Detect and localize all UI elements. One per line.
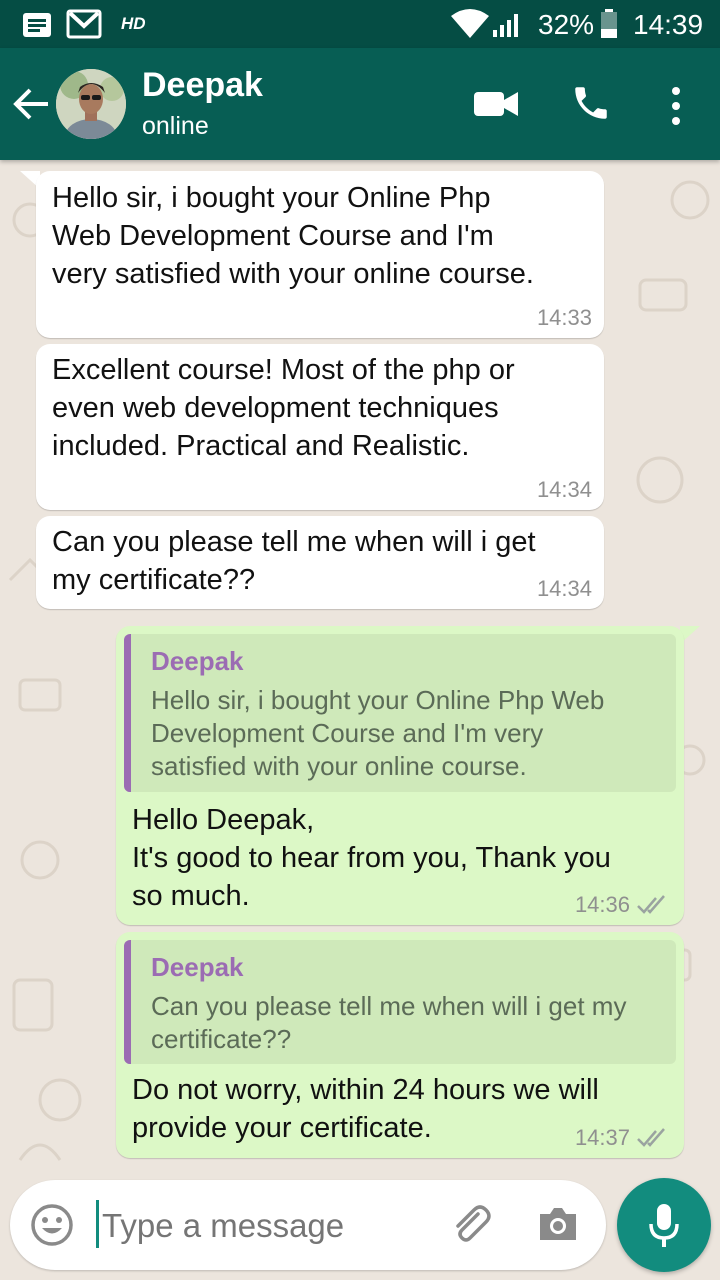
emoji-button[interactable] (30, 1203, 74, 1247)
message-time: 14:37 (574, 1125, 630, 1150)
phone-icon (575, 87, 607, 119)
back-button[interactable] (12, 86, 54, 124)
mic-button[interactable] (617, 1178, 711, 1272)
clock: 14:39 (633, 9, 704, 40)
contact-name[interactable]: Deepak (142, 66, 263, 105)
incoming-message[interactable]: Excellent course! Most of the php or eve… (36, 344, 604, 510)
avatar[interactable] (56, 69, 126, 139)
status-bar: HD 32% 14:39 (0, 0, 720, 48)
attach-button[interactable] (446, 1200, 494, 1248)
quoted-message[interactable]: Deepak Can you please tell me when will … (124, 940, 676, 1064)
signal-icon (492, 12, 522, 43)
incoming-message[interactable]: Hello sir, i bought your Online Php Web … (36, 171, 604, 338)
outgoing-message[interactable]: Deepak Hello sir, i bought your Online P… (116, 626, 684, 925)
message-text: Excellent course! Most of the php or eve… (52, 354, 515, 462)
message-time: 14:34 (536, 576, 592, 601)
chat-header: Deepak online (0, 48, 720, 160)
emoji-icon (31, 1204, 73, 1246)
message-text: Can you please tell me when will i get m… (52, 526, 536, 596)
contact-status: online (142, 112, 209, 140)
double-check-icon (637, 1128, 665, 1147)
chat-area[interactable]: Hello sir, i bought your Online Php Web … (0, 160, 720, 1280)
more-vertical-icon (672, 87, 680, 125)
quoted-text: Can you please tell me when will i get m… (151, 991, 627, 1054)
notes-icon (22, 12, 52, 43)
message-time: 14:34 (536, 477, 592, 502)
microphone-icon (649, 1204, 679, 1247)
network-label: HD (121, 14, 146, 33)
wifi-icon (450, 8, 490, 45)
double-check-icon (637, 895, 665, 914)
text-cursor (96, 1200, 99, 1248)
message-input[interactable] (100, 1200, 424, 1252)
quoted-author: Deepak (151, 646, 244, 676)
back-arrow-icon (13, 88, 48, 120)
incoming-message[interactable]: Can you please tell me when will i get m… (36, 516, 604, 609)
message-text: Hello sir, i bought your Online Php Web … (52, 182, 534, 290)
battery-percent: 32% (538, 9, 595, 40)
paperclip-icon (456, 1205, 491, 1242)
camera-button[interactable] (536, 1202, 580, 1246)
camera-icon (540, 1208, 576, 1240)
gmail-icon (66, 9, 102, 44)
quoted-author: Deepak (151, 952, 244, 982)
outgoing-message[interactable]: Deepak Can you please tell me when will … (116, 932, 684, 1158)
more-options-button[interactable] (666, 84, 686, 128)
quoted-message[interactable]: Deepak Hello sir, i bought your Online P… (124, 634, 676, 792)
message-text: Hello Deepak, It's good to hear from you… (132, 804, 611, 912)
video-call-button[interactable] (473, 88, 519, 120)
message-composer[interactable] (10, 1180, 606, 1270)
message-text: Do not worry, within 24 hours we will pr… (132, 1074, 599, 1144)
quoted-text: Hello sir, i bought your Online Php Web … (151, 685, 605, 781)
voice-call-button[interactable] (570, 82, 612, 124)
battery-icon (600, 9, 618, 44)
message-time: 14:33 (536, 305, 592, 330)
video-camera-icon (474, 92, 518, 116)
message-time: 14:36 (574, 892, 630, 917)
